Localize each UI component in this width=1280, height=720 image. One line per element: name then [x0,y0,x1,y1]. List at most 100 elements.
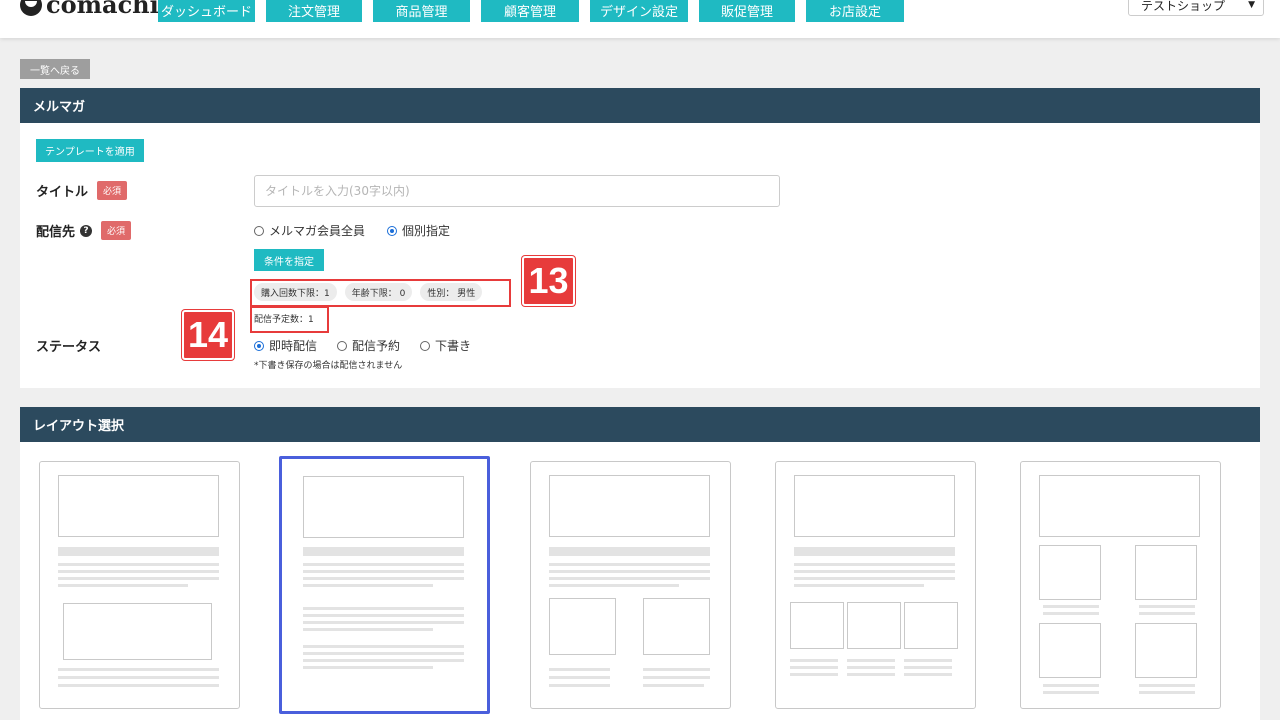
layout-preview-line [1139,605,1195,608]
layout-preview-image [549,598,616,655]
annotation-label-14: 14 [182,310,234,360]
radio-label: 配信予約 [352,339,401,353]
layout-preview-line [1043,612,1099,615]
help-icon[interactable]: ? [80,224,93,237]
logo[interactable]: comachi [20,0,159,18]
radio-button[interactable] [337,340,348,351]
layout-preview-heading [58,547,219,556]
layout-preview-line [1043,691,1099,694]
main-nav: ダッシュボード 注文管理 商品管理 顧客管理 デザイン設定 販促管理 お店設定 [158,0,915,22]
layout-heading: レイアウト選択 [20,407,1260,442]
layout-option-3[interactable] [530,461,731,709]
radio-individual[interactable]: 個別指定 [387,222,450,239]
layout-preview-line [790,673,838,676]
layout-preview-line [58,570,219,573]
radio-button[interactable] [387,225,398,236]
layout-preview-line [549,577,710,580]
layout-preview-line [794,584,924,587]
radio-label: 即時配信 [269,339,318,353]
layout-preview-line [1043,605,1099,608]
layout-preview-line [643,676,710,679]
layout-preview-line [1139,684,1195,687]
nav-design[interactable]: デザイン設定 [590,0,688,22]
layout-preview-image [1039,545,1101,600]
nav-customers[interactable]: 顧客管理 [481,0,579,22]
layout-preview-image [303,476,464,538]
layout-preview-image [847,602,901,649]
nav-orders[interactable]: 注文管理 [266,0,362,22]
layout-preview-image [790,602,844,649]
nav-dashboard[interactable]: ダッシュボード [158,0,255,22]
radio-label: メルマガ会員全員 [269,224,366,238]
annotation-label-13: 13 [522,256,575,306]
layout-preview-line [794,577,955,580]
radio-draft[interactable]: 下書き [420,337,471,354]
logo-icon [20,0,42,16]
set-conditions-button[interactable]: 条件を指定 [254,249,324,271]
apply-template-button[interactable]: テンプレートを適用 [36,139,144,162]
layout-preview-line [549,676,610,679]
radio-scheduled[interactable]: 配信予約 [337,337,400,354]
layout-preview-line [790,659,838,662]
layout-preview-line [303,621,464,624]
layout-option-5[interactable] [1020,461,1221,709]
layout-preview-heading [303,547,464,556]
annotation-box-13 [250,279,511,307]
draft-note: *下書き保存の場合は配信されません [254,361,403,371]
layout-preview-line [904,673,952,676]
layout-preview-image [63,603,212,660]
layout-preview-line [1139,691,1195,694]
layout-preview-line [303,659,464,662]
layout-preview-line [847,666,895,669]
layout-preview-line [303,584,433,587]
nav-promotion[interactable]: 販促管理 [699,0,795,22]
layout-preview-line [549,570,710,573]
layout-option-4[interactable] [775,461,976,709]
required-badge: 必須 [101,221,132,240]
layout-option-2-selected[interactable] [279,456,490,714]
chevron-down-icon: ▼ [1248,0,1255,10]
radio-button[interactable] [420,340,431,351]
nav-shop-settings[interactable]: お店設定 [806,0,904,22]
required-badge: 必須 [97,181,128,200]
layout-preview-image [58,475,219,537]
radio-all-members[interactable]: メルマガ会員全員 [254,222,365,239]
back-to-list-button[interactable]: 一覧へ戻る [20,59,90,79]
layout-preview-line [1043,684,1099,687]
radio-button[interactable] [254,340,264,351]
radio-immediate[interactable]: 即時配信 [254,337,317,354]
layout-preview-line [58,676,219,679]
layout-preview-image [1135,623,1197,678]
layout-preview-line [549,684,610,687]
layout-preview-line [303,607,464,610]
radio-button[interactable] [254,225,264,236]
layout-preview-image [1039,475,1200,537]
nav-products[interactable]: 商品管理 [373,0,470,22]
shop-select-value: テストショップ [1141,0,1226,13]
layout-preview-line [58,577,219,580]
layout-preview-line [794,563,955,566]
layout-preview-line [303,577,464,580]
title-input[interactable] [254,175,780,207]
mailmag-heading: メルマガ [20,88,1260,123]
layout-preview-line [58,563,219,566]
layout-preview-image [549,475,710,537]
destination-label-text: 配信先 [36,225,76,240]
layout-preview-line [549,668,610,671]
layout-preview-line [549,584,679,587]
layout-preview-line [303,570,464,573]
layout-preview-line [643,668,710,671]
layout-option-1[interactable] [39,461,240,709]
status-label: ステータス [36,340,102,355]
layout-preview-line [1139,612,1195,615]
layout-preview-image [1039,623,1101,678]
logo-text: comachi [46,0,159,19]
annotation-box-14 [250,306,329,333]
title-label-text: タイトル [36,185,89,200]
destination-radio-group: メルマガ会員全員 個別指定 [254,222,472,239]
shop-select[interactable]: テストショップ ▼ [1128,0,1264,16]
layout-preview-heading [549,547,710,556]
destination-label: 配信先 ? 必須 [36,221,132,240]
layout-preview-image [643,598,710,655]
layout-preview-line [790,666,838,669]
